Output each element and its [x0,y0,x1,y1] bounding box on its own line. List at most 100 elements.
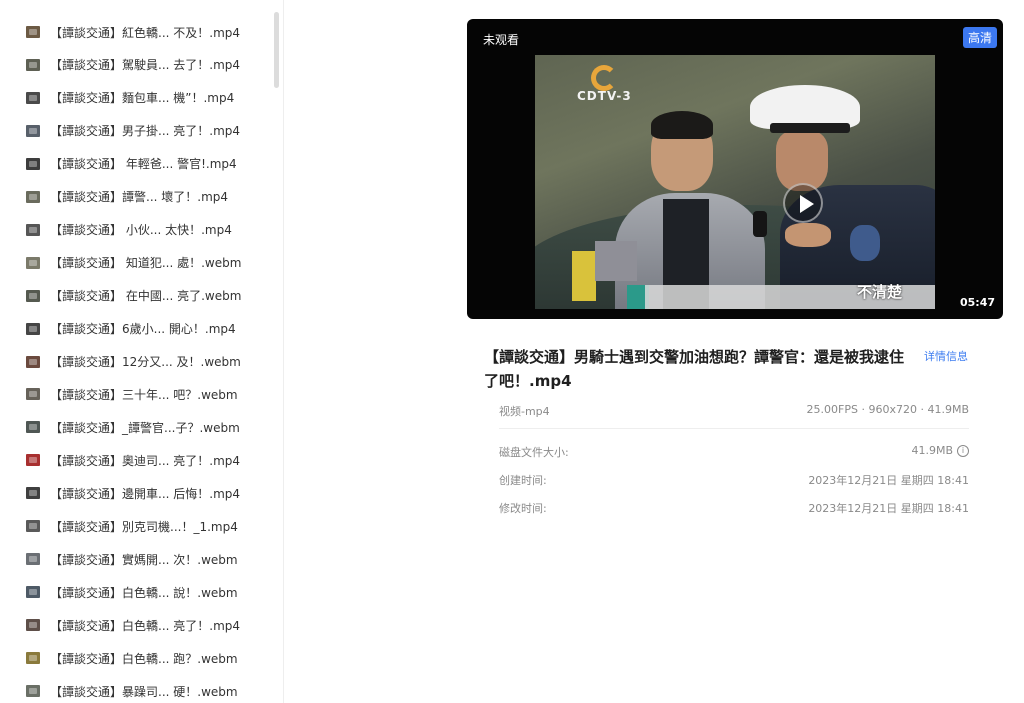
video-thumbnail-icon [26,586,40,599]
file-list-item-label: 【譚談交通】_譚警官...子？.webm [50,420,240,435]
driver-hair [651,111,713,139]
file-list-item[interactable]: 【譚談交通】 在中國... 亮了.webm [26,286,241,306]
file-list-item[interactable]: 【譚談交通】白色轎... 跑？.webm [26,648,238,668]
file-type-label: 视频-mp4 [499,405,550,418]
created-label: 创建时间: [499,474,547,487]
disk-size-row: 磁盘文件大小: 41.9MB i [499,444,969,460]
created-value: 2023年12月21日 星期四 18:41 [808,474,969,487]
file-list-item[interactable]: 【譚談交通】奧迪司... 亮了！.mp4 [26,450,240,470]
modified-label: 修改时间: [499,502,547,515]
officer-badge [850,225,880,261]
file-list-item[interactable]: 【譚談交通】白色轎... 說！.webm [26,582,238,602]
file-specs: 25.00FPS · 960x720 · 41.9MB [806,403,969,416]
file-list-item[interactable]: 【譚談交通】_譚警官...子？.webm [26,417,240,437]
play-icon[interactable] [783,183,823,223]
divider [499,428,969,429]
file-list-item[interactable]: 【譚談交通】駕駛員... 去了！.mp4 [26,55,240,75]
video-thumbnail-icon [26,289,40,302]
video-thumbnail-icon [26,421,40,434]
disk-size-value: 41.9MB [911,444,953,457]
file-list-item-label: 【譚談交通】 年輕爸... 警官!.mp4 [50,157,237,172]
video-thumbnail-icon [26,256,40,269]
file-list-item-label: 【譚談交通】白色轎... 跑？.webm [50,651,238,666]
file-list-item-label: 【譚談交通】 在中國... 亮了.webm [50,289,242,304]
file-list-item-label: 【譚談交通】實媽開... 次！.webm [50,552,238,567]
disk-size-value-group: 41.9MB i [911,444,969,460]
file-list-item-label: 【譚談交通】男子掛... 亮了！.mp4 [50,124,241,139]
file-list-item[interactable]: 【譚談交通】 知道犯... 處！.webm [26,253,241,273]
file-list-item-label: 【譚談交通】奧迪司... 亮了！.mp4 [50,453,241,468]
file-list-item-label: 【譚談交通】6歲小... 開心！.mp4 [50,322,236,337]
video-subtitle: 不清楚 [857,283,903,301]
video-duration: 05:47 [959,296,995,309]
video-thumbnail-icon [26,322,40,335]
video-frame: CDTV-3 不清楚 [535,55,935,309]
video-thumbnail-icon [26,157,40,170]
file-list-item[interactable]: 【譚談交通】男子掛... 亮了！.mp4 [26,121,240,141]
file-list-item-label: 【譚談交通】白色轎... 亮了！.mp4 [50,618,241,633]
file-list-item-label: 【譚談交通】 小伙... 太快！.mp4 [50,223,232,238]
info-icon[interactable]: i [957,445,969,457]
file-list-item-label: 【譚談交通】麵包車... 機”！.mp4 [50,91,235,106]
officer-face [776,131,828,191]
video-thumbnail-icon [26,454,40,467]
file-list-item[interactable]: 【譚談交通】別克司機...！_1.mp4 [26,516,238,536]
video-player[interactable]: CDTV-3 不清楚 未观看 高清 05:47 [467,19,1003,319]
file-type-row: 视频-mp4 25.00FPS · 960x720 · 41.9MB [499,403,969,419]
file-list: 【譚談交通】紅色轎... 不及！.mp4 【譚談交通】駕駛員... 去了！.mp4… [0,0,284,703]
disk-size-label: 磁盘文件大小: [499,446,569,459]
file-list-item-label: 【譚談交通】12分又... 及！.webm [50,355,241,369]
video-thumbnail-icon [26,190,40,203]
file-list-item[interactable]: 【譚談交通】實媽開... 次！.webm [26,549,238,569]
file-list-item[interactable]: 【譚談交通】紅色轎... 不及！.mp4 [26,22,240,42]
video-thumbnail-icon [26,91,40,104]
channel-logo: CDTV-3 [577,65,657,121]
file-list-item-label: 【譚談交通】 知道犯... 處！.webm [50,256,242,271]
file-list-item-label: 【譚談交通】白色轎... 說！.webm [50,585,238,600]
file-list-item[interactable]: 【譚談交通】暴躁司... 硬！.webm [26,681,238,701]
glitch-block [595,241,637,281]
video-thumbnail-icon [26,223,40,236]
video-thumbnail-icon [26,26,40,38]
officer-figure [740,85,935,309]
officer-hand [785,223,831,247]
created-row: 创建时间: 2023年12月21日 星期四 18:41 [499,472,969,488]
video-thumbnail-icon [26,388,40,401]
microphone [753,211,767,237]
file-title: 【譚談交通】男騎士遇到交警加油想跑？譚警官：還是被我逮住了吧！.mp4 [484,348,905,390]
file-list-item-label: 【譚談交通】別克司機...！_1.mp4 [50,519,238,534]
glitch-block [572,251,596,301]
video-thumbnail-icon [26,652,40,665]
file-list-item-label: 【譚談交通】譚警... 壞了！.mp4 [50,190,229,205]
file-list-item-label: 【譚談交通】三十年... 吧？.webm [50,387,238,402]
video-thumbnail-icon [26,553,40,566]
file-list-item[interactable]: 【譚談交通】白色轎... 亮了！.mp4 [26,615,240,635]
video-thumbnail-icon [26,685,40,697]
file-list-item[interactable]: 【譚談交通】 年輕爸... 警官!.mp4 [26,154,237,174]
unwatched-label: 未观看 [483,33,520,47]
channel-logo-text: CDTV-3 [577,89,632,103]
video-thumbnail-icon [26,487,40,500]
modified-value: 2023年12月21日 星期四 18:41 [808,502,969,515]
video-thumbnail-icon [26,58,40,71]
hd-badge: 高清 [962,27,997,48]
video-thumbnail-icon [26,355,40,368]
modified-row: 修改时间: 2023年12月21日 星期四 18:41 [499,500,969,516]
file-list-item[interactable]: 【譚談交通】 小伙... 太快！.mp4 [26,220,232,240]
file-list-item[interactable]: 【譚談交通】麵包車... 機”！.mp4 [26,88,234,108]
video-thumbnail-icon [26,124,40,137]
file-list-item[interactable]: 【譚談交通】譚警... 壞了！.mp4 [26,187,228,207]
details-link[interactable]: 详情信息 [924,348,968,364]
file-list-scrollbar[interactable] [274,12,279,88]
officer-cap-brim [770,123,850,133]
file-list-item[interactable]: 【譚談交通】三十年... 吧？.webm [26,384,238,404]
file-list-item[interactable]: 【譚談交通】邊開車... 后悔！.mp4 [26,483,240,503]
video-thumbnail-icon [26,520,40,533]
file-list-item-label: 【譚談交通】邊開車... 后悔！.mp4 [50,486,241,501]
video-thumbnail-icon [26,619,40,632]
file-list-item[interactable]: 【譚談交通】6歲小... 開心！.mp4 [26,319,236,339]
file-list-item-label: 【譚談交通】駕駛員... 去了！.mp4 [50,58,241,73]
channel-logo-icon [591,65,617,91]
file-list-item-label: 【譚談交通】紅色轎... 不及！.mp4 [50,25,241,40]
file-list-item[interactable]: 【譚談交通】12分又... 及！.webm [26,352,241,372]
